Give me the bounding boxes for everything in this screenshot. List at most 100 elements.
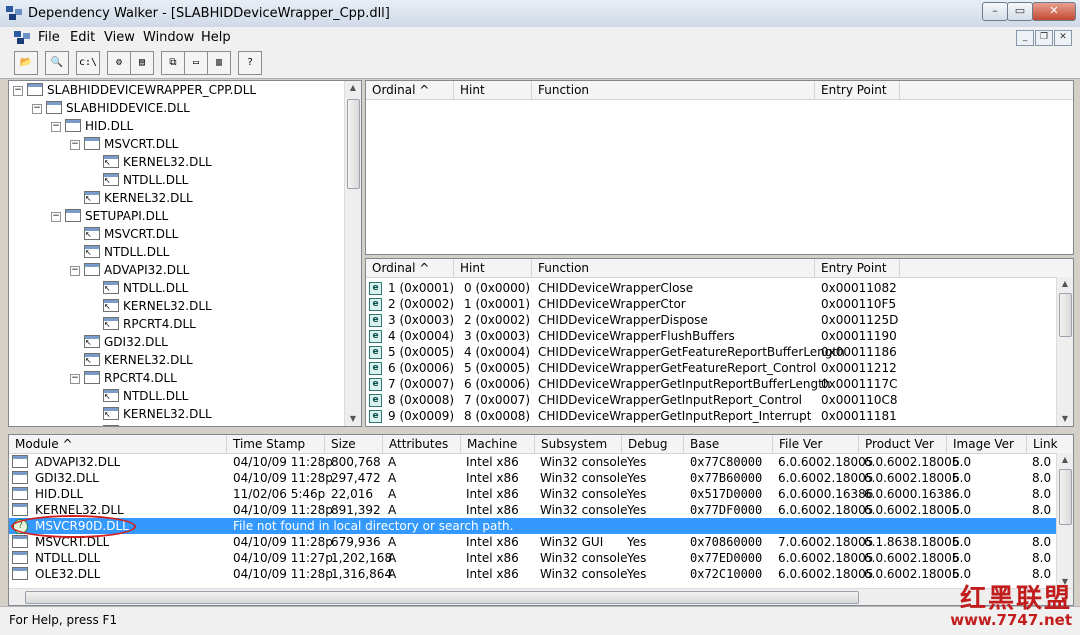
tree-expander-icon[interactable]: − (70, 140, 80, 150)
column-size[interactable]: Size (325, 435, 383, 453)
module-row[interactable]: ADVAPI32.DLL 04/10/09 11:28p 800,768 A Intel… (9, 454, 1069, 470)
export-row[interactable]: e 3 (0x0003) 2 (0x0002) CHIDDeviceWrapperDi… (366, 312, 1066, 328)
undecorate-icon[interactable]: ⚙ (107, 51, 131, 75)
import-arrow-icon: ↖ (104, 392, 111, 401)
module-attributes: A (388, 567, 397, 581)
menu-edit[interactable]: Edit (70, 30, 95, 45)
module-row[interactable]: KERNEL32.DLL 04/10/09 11:28p 891,392 A Intel… (9, 502, 1069, 518)
mdi-minimize-button[interactable]: _ (1016, 30, 1034, 46)
import-functions-pane[interactable]: Ordinal ^ Hint Function Entry Point (365, 80, 1074, 255)
column-time-stamp[interactable]: Time Stamp (227, 435, 325, 453)
menu-window[interactable]: Window (143, 30, 194, 45)
export-row[interactable]: e 7 (0x0007) 6 (0x0006) CHIDDeviceWrapperGe… (366, 376, 1066, 392)
column-link[interactable]: Link (1027, 435, 1073, 453)
tree-expander-icon[interactable]: − (70, 266, 80, 276)
module-row[interactable]: MSVCRT.DLL 04/10/09 11:28p 679,936 A Intel x… (9, 534, 1069, 550)
mdi-document-icon[interactable] (14, 31, 30, 44)
column-entry-point[interactable]: Entry Point (815, 81, 900, 99)
tree-expander-icon[interactable]: − (70, 374, 80, 384)
module-list-pane[interactable]: Module ^ Time Stamp Size Attributes Mach… (8, 434, 1074, 606)
close-button[interactable]: ✕ (1032, 2, 1076, 21)
column-machine[interactable]: Machine (461, 435, 535, 453)
column-base[interactable]: Base (684, 435, 773, 453)
exports-scroll-thumb[interactable] (1059, 293, 1072, 337)
tree-expander-icon[interactable]: − (51, 122, 61, 132)
tree-node-label: NTDLL.DLL (123, 173, 189, 187)
tile-vertical-icon[interactable]: ▥ (207, 51, 231, 75)
export-row[interactable]: e 4 (0x0004) 3 (0x0003) CHIDDeviceWrapperFl… (366, 328, 1066, 344)
scroll-down-icon[interactable]: ▼ (1057, 412, 1073, 426)
properties-icon[interactable]: ▤ (130, 51, 154, 75)
module-size: 1,316,864 (331, 567, 393, 581)
column-entry-point[interactable]: Entry Point (815, 259, 900, 277)
tree-scrollbar[interactable]: ▲ ▼ (344, 81, 361, 426)
module-tree-pane[interactable]: − SLABHIDDEVICEWRAPPER_CPP.DLL − SLABHIDDEV… (8, 80, 362, 427)
module-icon: ↖ (103, 299, 119, 312)
module-file-ver: 7.0.6002.18005 (778, 535, 874, 549)
column-module[interactable]: Module ^ (9, 435, 227, 453)
column-ordinal[interactable]: Ordinal ^ (366, 259, 454, 277)
export-ordinal: 5 (0x0005) (388, 345, 455, 359)
menu-help[interactable]: Help (201, 30, 231, 45)
module-base: 0x70860000 (690, 535, 763, 549)
restore-button[interactable]: ▭ (1007, 2, 1033, 21)
column-hint[interactable]: Hint (454, 81, 532, 99)
title-bar[interactable]: Dependency Walker - [SLABHIDDeviceWrappe… (0, 0, 1080, 28)
module-row[interactable]: NTDLL.DLL 04/10/09 11:27p 1,202,168 A Intel … (9, 550, 1069, 566)
tree-node-label: SLABHIDDEVICEWRAPPER_CPP.DLL (47, 83, 257, 97)
column-ordinal[interactable]: Ordinal ^ (366, 81, 454, 99)
mdi-close-button[interactable]: ✕ (1054, 30, 1072, 46)
modules-scroll-thumb[interactable] (1059, 469, 1072, 525)
context-help-icon[interactable]: ? (238, 51, 262, 75)
column-file-ver[interactable]: File Ver (773, 435, 859, 453)
scroll-up-icon[interactable]: ▲ (1057, 277, 1073, 291)
module-row[interactable]: GDI32.DLL 04/10/09 11:28p 297,472 A Intel x8… (9, 470, 1069, 486)
scroll-up-icon[interactable]: ▲ (1057, 453, 1073, 467)
minimize-button[interactable]: – (982, 2, 1008, 21)
tree-expander-icon[interactable]: − (13, 86, 23, 96)
export-functions-pane[interactable]: Ordinal ^ Hint Function Entry Point e 1 (… (365, 258, 1074, 427)
module-icon (12, 551, 28, 564)
export-row[interactable]: e 1 (0x0001) 0 (0x0000) CHIDDeviceWrapperCl… (366, 280, 1066, 296)
column-debug[interactable]: Debug (622, 435, 684, 453)
column-image-ver[interactable]: Image Ver (947, 435, 1027, 453)
column-product-ver[interactable]: Product Ver (859, 435, 947, 453)
modules-hscroll-thumb[interactable] (25, 591, 859, 604)
import-arrow-icon: ↖ (104, 320, 111, 329)
exports-scrollbar[interactable]: ▲ ▼ (1056, 277, 1073, 426)
menu-view[interactable]: View (104, 30, 135, 45)
export-row[interactable]: e 2 (0x0002) 1 (0x0001) CHIDDeviceWrapperCt… (366, 296, 1066, 312)
mdi-restore-button[interactable]: ❐ (1035, 30, 1053, 46)
tree-expander-icon[interactable]: − (51, 212, 61, 222)
module-size: 891,392 (331, 503, 381, 517)
tree-scroll-thumb[interactable] (347, 99, 360, 189)
export-row[interactable]: e 6 (0x0006) 5 (0x0005) CHIDDeviceWrapperGe… (366, 360, 1066, 376)
module-row-missing[interactable]: ? MSVCR90D.DLL File not found in local dir… (9, 518, 1069, 534)
export-function-name: CHIDDeviceWrapperGetInputReportBufferLen… (538, 377, 831, 391)
tile-horizontal-icon[interactable]: ▭ (184, 51, 208, 75)
full-paths-icon[interactable]: c:\ (76, 51, 100, 75)
open-folder-icon[interactable]: 📂 (14, 51, 38, 75)
column-subsystem[interactable]: Subsystem (535, 435, 622, 453)
module-icon (65, 119, 81, 132)
module-row[interactable]: OLE32.DLL 04/10/09 11:28p 1,316,864 A Intel … (9, 566, 1069, 582)
column-hint[interactable]: Hint (454, 259, 532, 277)
modules-scrollbar[interactable]: ▲ ▼ (1056, 453, 1073, 589)
scroll-down-icon[interactable]: ▼ (345, 412, 361, 426)
cascade-windows-icon[interactable]: ⧉ (161, 51, 185, 75)
column-function[interactable]: Function (532, 81, 815, 99)
find-icon[interactable]: 🔍 (45, 51, 69, 75)
column-function[interactable]: Function (532, 259, 815, 277)
export-row[interactable]: e 9 (0x0009) 8 (0x0008) CHIDDeviceWrapperGe… (366, 408, 1066, 424)
column-attributes[interactable]: Attributes (383, 435, 461, 453)
module-subsystem: Win32 GUI (540, 535, 604, 549)
export-entry-point: 0x0001117C (821, 377, 898, 391)
tree-node-label: SETUPAPI.DLL (85, 209, 169, 223)
modules-horizontal-scrollbar[interactable] (9, 588, 1073, 605)
module-row[interactable]: HID.DLL 11/02/06 5:46p 22,016 A Intel x86 Win… (9, 486, 1069, 502)
export-row[interactable]: e 8 (0x0008) 7 (0x0007) CHIDDeviceWrapperGe… (366, 392, 1066, 408)
export-row[interactable]: e 5 (0x0005) 4 (0x0004) CHIDDeviceWrapperGe… (366, 344, 1066, 360)
tree-expander-icon[interactable]: − (32, 104, 42, 114)
scroll-up-icon[interactable]: ▲ (345, 81, 361, 95)
menu-file[interactable]: File (38, 30, 60, 45)
